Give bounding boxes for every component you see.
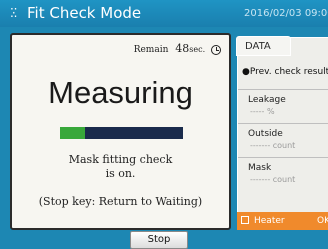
data-row-mask: Mask ------- count <box>238 157 328 185</box>
leakage-label: Leakage <box>248 95 286 105</box>
remain-label: Remain <box>133 45 169 55</box>
data-panel: DATA ●Prev. check result Leakage ----- %… <box>236 36 328 230</box>
leakage-value: ----- % <box>250 107 275 116</box>
stop-hint: (Stop key: Return to Waiting) <box>38 195 203 208</box>
status-message-line2: is on. <box>105 167 136 180</box>
remaining-time: Remain 48sec. <box>134 42 221 55</box>
clock-icon <box>211 45 221 55</box>
dots-icon: ⁚·⁚ <box>10 6 18 20</box>
measurement-panel: Remain 48sec. Measuring Mask fitting che… <box>10 33 231 230</box>
heater-icon <box>241 216 249 224</box>
outside-label: Outside <box>248 129 283 139</box>
prev-check-result: ●Prev. check result <box>242 67 328 77</box>
data-row-leakage: Leakage ----- % <box>238 89 328 117</box>
heater-status-bar: Heater OK <box>237 212 328 230</box>
progress-bar <box>60 127 183 139</box>
mask-label: Mask <box>248 163 272 173</box>
remain-unit: sec. <box>189 45 206 54</box>
remain-value: 48 <box>175 42 190 55</box>
outside-value: ------- count <box>250 141 296 150</box>
mask-value: ------- count <box>250 175 296 184</box>
datetime: 2016/02/03 09:00 <box>244 8 328 19</box>
data-row-outside: Outside ------- count <box>238 123 328 151</box>
status-message-line1: Mask fitting check <box>68 153 173 166</box>
heater-label: Heater <box>254 216 285 226</box>
heater-status: OK <box>317 216 328 226</box>
status-title: Measuring <box>48 75 193 110</box>
page-title: Fit Check Mode <box>27 4 142 22</box>
stop-button[interactable]: Stop <box>130 231 188 249</box>
title-bar: ⁚·⁚ Fit Check Mode 2016/02/03 09:00 <box>0 0 328 27</box>
tab-data[interactable]: DATA <box>236 36 291 56</box>
progress-fill <box>60 127 85 139</box>
